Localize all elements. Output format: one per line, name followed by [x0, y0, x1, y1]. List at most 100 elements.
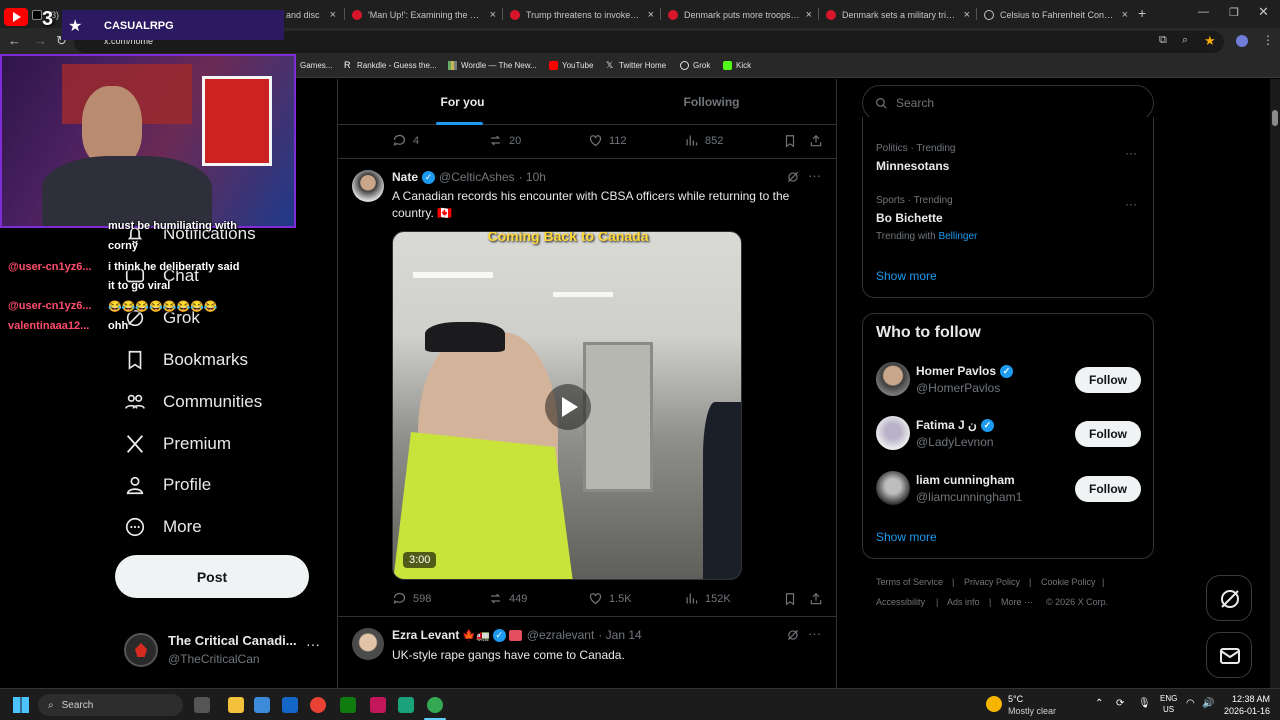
install-app-icon[interactable]: ⧉: [1159, 34, 1167, 47]
tab-close-icon[interactable]: ×: [806, 9, 812, 21]
microphone-icon[interactable]: 🎙: [1138, 698, 1151, 709]
share-icon[interactable]: [809, 592, 823, 606]
like-button[interactable]: 112: [588, 133, 627, 148]
sidebar-item-more[interactable]: More: [124, 509, 202, 545]
clock-time[interactable]: 12:38 AM: [1222, 694, 1270, 704]
avatar[interactable]: [876, 471, 910, 505]
avatar[interactable]: [876, 362, 910, 396]
tab-close-icon[interactable]: ×: [330, 9, 336, 21]
bookmark-grok[interactable]: Grok: [680, 61, 710, 70]
trend-topic[interactable]: Bo Bichette: [876, 211, 943, 225]
account-switcher[interactable]: The Critical Canadi... @TheCriticalCan ·…: [124, 628, 324, 670]
follow-button[interactable]: Follow: [1075, 421, 1141, 447]
forward-arrow-icon[interactable]: →: [34, 33, 47, 48]
sidebar-item-communities[interactable]: Communities: [124, 384, 262, 420]
grok-floating-button[interactable]: [1206, 575, 1252, 621]
profile-avatar-icon[interactable]: [1236, 35, 1248, 47]
author-handle[interactable]: @CelticAshes: [439, 170, 515, 184]
app-icon[interactable]: [398, 697, 414, 713]
browser-tab-6[interactable]: Denmark sets a military tripwire ×: [820, 4, 976, 26]
chevron-up-icon[interactable]: ⌃: [1095, 698, 1103, 709]
sidebar-item-profile[interactable]: Profile: [124, 467, 211, 503]
more-dots-icon[interactable]: ···: [1125, 146, 1137, 160]
windows-start-icon[interactable]: [13, 697, 29, 713]
browser-tab-7[interactable]: Celsius to Fahrenheit Conversio ×: [978, 4, 1134, 26]
footer-link[interactable]: More ···: [1001, 597, 1033, 607]
post-card[interactable]: Ezra Levant 🍁🚛 ✓ @ezralevant · Jan 14 ··…: [338, 618, 836, 688]
avatar[interactable]: [876, 416, 910, 450]
reply-button[interactable]: 4: [392, 133, 419, 148]
author-name[interactable]: Ezra Levant: [392, 628, 459, 642]
maximize-window-button[interactable]: ❐: [1229, 6, 1239, 19]
more-dots-icon[interactable]: ···: [1125, 197, 1137, 211]
browser-tab-3[interactable]: 'Man Up!': Examining the push ×: [346, 4, 502, 26]
bookmark-kick[interactable]: Kick: [723, 61, 751, 70]
post-button[interactable]: Post: [115, 555, 309, 598]
bookmark-icon[interactable]: [783, 592, 797, 606]
post-time[interactable]: · Jan 14: [598, 628, 641, 642]
share-icon[interactable]: [809, 134, 823, 148]
wifi-icon[interactable]: ◠: [1186, 698, 1195, 709]
views-button[interactable]: 852: [684, 133, 723, 148]
store-icon[interactable]: [254, 697, 270, 713]
more-dots-icon[interactable]: ···: [808, 168, 821, 183]
grok-icon[interactable]: [786, 628, 800, 642]
video-player[interactable]: Coming Back to Canada 3:00: [392, 231, 742, 580]
sync-icon[interactable]: ⟳: [1116, 698, 1124, 709]
follow-button[interactable]: Follow: [1075, 367, 1141, 393]
weather-temp[interactable]: 5°C: [1008, 694, 1023, 704]
task-view-icon[interactable]: [194, 697, 210, 713]
footer-link[interactable]: Ads info: [947, 597, 980, 607]
weather-moon-icon[interactable]: [986, 696, 1002, 712]
grok-icon[interactable]: [786, 170, 800, 184]
suggestion-name[interactable]: Homer Pavlos ✓: [916, 364, 1014, 378]
outlook-icon[interactable]: [282, 697, 298, 713]
messages-floating-button[interactable]: [1206, 632, 1252, 678]
sidebar-item-bookmarks[interactable]: Bookmarks: [124, 342, 248, 378]
tab-close-icon[interactable]: ×: [964, 9, 970, 21]
more-dots-icon[interactable]: ···: [808, 626, 821, 641]
like-button[interactable]: 1.5K: [588, 591, 632, 606]
bookmark-youtube[interactable]: YouTube: [549, 61, 593, 70]
back-arrow-icon[interactable]: ←: [8, 33, 21, 48]
browser-tab-5[interactable]: Denmark puts more troops into ×: [662, 4, 818, 26]
play-button[interactable]: [545, 384, 591, 430]
author-handle[interactable]: @ezralevant: [527, 628, 595, 642]
show-more-link[interactable]: Show more: [876, 530, 937, 544]
taskbar-search[interactable]: ⌕ Search: [38, 694, 183, 716]
trend-topic[interactable]: Minnesotans: [876, 159, 949, 173]
footer-link[interactable]: Privacy Policy: [964, 577, 1020, 587]
chrome-icon[interactable]: [310, 697, 326, 713]
page-scrollbar[interactable]: [1270, 79, 1280, 688]
repost-button[interactable]: 449: [488, 591, 527, 606]
follow-button[interactable]: Follow: [1075, 476, 1141, 502]
trend-related-link[interactable]: Bellinger: [938, 231, 977, 242]
bookmark-icon[interactable]: [783, 134, 797, 148]
sidebar-item-premium[interactable]: Premium: [124, 426, 231, 462]
tab-close-icon[interactable]: ×: [490, 9, 496, 21]
scrollbar-thumb[interactable]: [1272, 110, 1278, 126]
bookmark-twitter-home[interactable]: 𝕏 Twitter Home: [606, 61, 666, 71]
post-card[interactable]: Nate ✓ @CelticAshes · 10h ··· A Canadian…: [338, 160, 836, 617]
region-indicator[interactable]: US: [1163, 705, 1174, 714]
bookmark-wordle[interactable]: Wordle — The New...: [448, 61, 537, 70]
tab-following[interactable]: Following: [587, 79, 836, 125]
post-time[interactable]: · 10h: [519, 170, 546, 184]
new-tab-button[interactable]: +: [1138, 5, 1146, 21]
browser-tab-4[interactable]: Trump threatens to invoke Insu ×: [504, 4, 660, 26]
footer-link[interactable]: Cookie Policy: [1041, 577, 1096, 587]
bookmark-games[interactable]: Games...: [300, 61, 332, 70]
tab-close-icon[interactable]: ×: [1122, 9, 1128, 21]
browser-tab-2[interactable]: and disc ×: [280, 4, 342, 26]
volume-icon[interactable]: 🔊: [1202, 698, 1214, 709]
views-button[interactable]: 152K: [684, 591, 731, 606]
chrome-active-icon[interactable]: [427, 697, 443, 713]
footer-link[interactable]: Terms of Service: [876, 577, 943, 587]
language-indicator[interactable]: ENG: [1160, 694, 1177, 703]
search-input[interactable]: Search: [862, 85, 1154, 121]
close-window-button[interactable]: ✕: [1258, 4, 1269, 20]
more-dots-icon[interactable]: ···: [306, 636, 320, 652]
footer-link[interactable]: Accessibility: [876, 597, 925, 607]
minimize-window-button[interactable]: —: [1198, 6, 1209, 18]
bookmark-rankdle[interactable]: R Rankdle - Guess the...: [344, 61, 437, 71]
